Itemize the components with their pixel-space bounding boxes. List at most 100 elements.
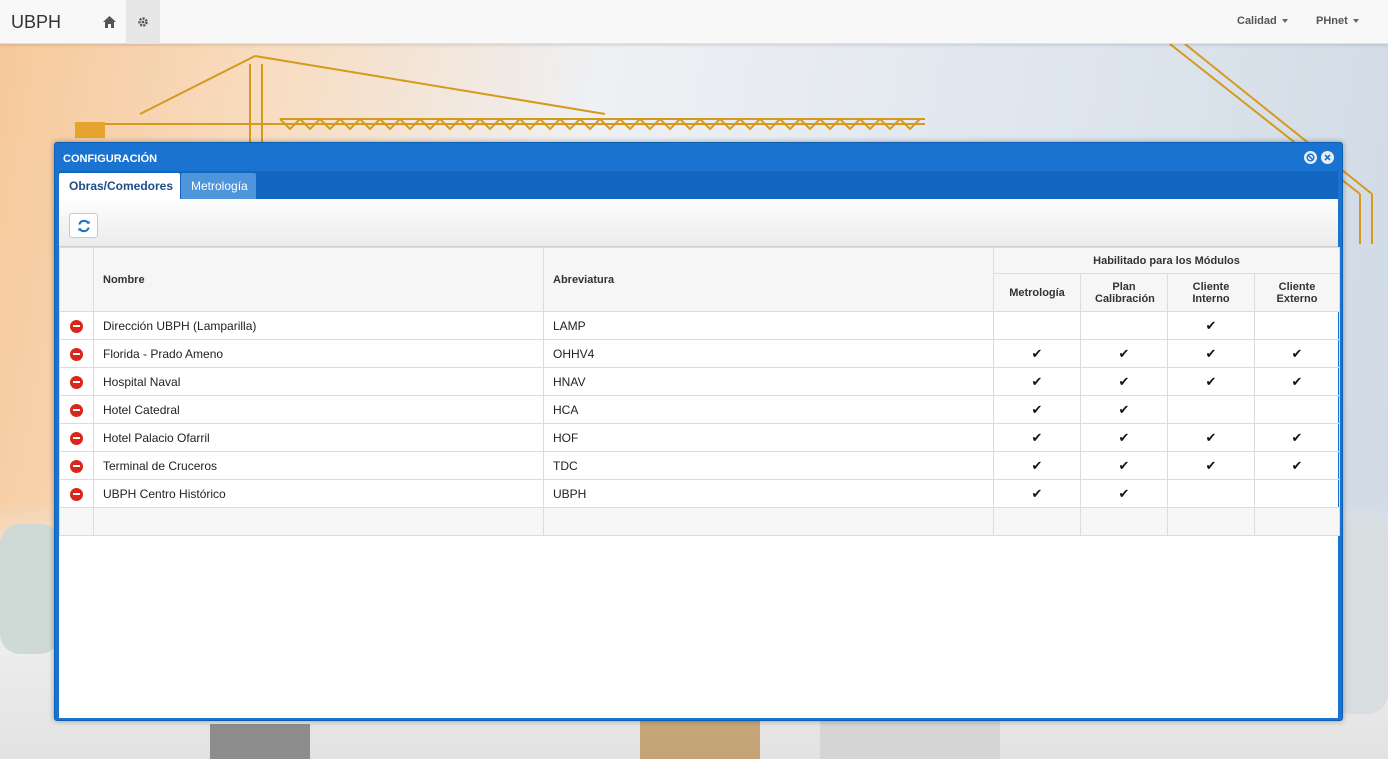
cell-plan-calibracion: ✔ xyxy=(1080,451,1168,480)
cell-cliente-interno: ✔ xyxy=(1167,311,1255,340)
empty-cell xyxy=(93,507,544,536)
tab-obras-comedores[interactable]: Obras/Comedores xyxy=(59,173,180,199)
header-metrologia[interactable]: Metrología xyxy=(993,273,1081,312)
tab-metrologia[interactable]: Metrología xyxy=(181,173,256,199)
chevron-down-icon xyxy=(1352,19,1359,24)
dialog-tabs: Obras/Comedores Metrología xyxy=(59,171,1338,199)
table-row[interactable]: Dirección UBPH (Lamparilla) LAMP ✔ xyxy=(59,311,1340,340)
refresh-icon xyxy=(77,219,90,232)
table-row[interactable]: Florida - Prado Ameno OHHV4 ✔ ✔ ✔ ✔ xyxy=(59,339,1340,368)
cell-abreviatura: OHHV4 xyxy=(543,339,994,368)
cell-plan-calibracion: ✔ xyxy=(1080,395,1168,424)
cell-metrologia: ✔ xyxy=(993,451,1081,480)
cell-plan-calibracion: ✔ xyxy=(1080,367,1168,396)
cell-cliente-externo: ✔ xyxy=(1254,339,1340,368)
cell-metrologia: ✔ xyxy=(993,367,1081,396)
cell-abreviatura: TDC xyxy=(543,451,994,480)
cell-nombre: UBPH Centro Histórico xyxy=(93,479,544,508)
row-delete-button[interactable] xyxy=(59,367,94,396)
cell-abreviatura: LAMP xyxy=(543,311,994,340)
empty-cell xyxy=(543,507,994,536)
cell-cliente-interno xyxy=(1167,479,1255,508)
cell-cliente-externo: ✔ xyxy=(1254,367,1340,396)
dialog-title: CONFIGURACIÓN xyxy=(63,153,158,165)
table-row[interactable]: Hospital Naval HNAV ✔ ✔ ✔ ✔ xyxy=(59,367,1340,396)
cell-abreviatura: UBPH xyxy=(543,479,994,508)
table-row[interactable]: UBPH Centro Histórico UBPH ✔ ✔ xyxy=(59,479,1340,508)
table-row[interactable]: Hotel Palacio Ofarril HOF ✔ ✔ ✔ ✔ xyxy=(59,423,1340,452)
cell-nombre: Hotel Catedral xyxy=(93,395,544,424)
cell-metrologia: ✔ xyxy=(993,395,1081,424)
header-group-modulos: Habilitado para los Módulos xyxy=(993,247,1340,274)
delete-icon xyxy=(70,375,83,389)
cell-plan-calibracion: ✔ xyxy=(1080,423,1168,452)
delete-icon xyxy=(70,347,83,361)
cell-nombre: Hotel Palacio Ofarril xyxy=(93,423,544,452)
cell-cliente-interno: ✔ xyxy=(1167,367,1255,396)
cell-cliente-externo: ✔ xyxy=(1254,451,1340,480)
cell-nombre: Dirección UBPH (Lamparilla) xyxy=(93,311,544,340)
tab-panel: Nombre Abreviatura Habilitado para los M… xyxy=(59,199,1340,718)
cell-cliente-interno: ✔ xyxy=(1167,451,1255,480)
table-row[interactable]: Hotel Catedral HCA ✔ ✔ xyxy=(59,395,1340,424)
obras-table: Nombre Abreviatura Habilitado para los M… xyxy=(59,247,1340,536)
delete-icon xyxy=(70,459,83,473)
table-row-empty xyxy=(59,507,1340,536)
header-cliente-interno[interactable]: Cliente Interno xyxy=(1167,273,1255,312)
close-icon[interactable] xyxy=(1321,151,1334,164)
menu-phnet-label: PHnet xyxy=(1316,15,1348,27)
header-cliente-externo[interactable]: Cliente Externo xyxy=(1254,273,1340,312)
cell-cliente-externo xyxy=(1254,479,1340,508)
cell-plan-calibracion xyxy=(1080,311,1168,340)
header-plan-calibracion[interactable]: Plan Calibración xyxy=(1080,273,1168,312)
cell-metrologia: ✔ xyxy=(993,339,1081,368)
top-navbar: UBPH Calidad PHnet xyxy=(0,0,1388,44)
empty-cell xyxy=(1167,507,1255,536)
minimize-icon[interactable] xyxy=(1304,151,1317,164)
cell-cliente-externo xyxy=(1254,311,1340,340)
refresh-button[interactable] xyxy=(69,213,98,238)
gear-icon xyxy=(138,17,148,27)
empty-cell xyxy=(993,507,1081,536)
cell-nombre: Terminal de Cruceros xyxy=(93,451,544,480)
grid-toolbar xyxy=(59,199,1338,247)
delete-icon xyxy=(70,487,83,501)
cell-cliente-interno: ✔ xyxy=(1167,339,1255,368)
menu-calidad-label: Calidad xyxy=(1237,15,1277,27)
cell-cliente-externo: ✔ xyxy=(1254,423,1340,452)
brand-logo[interactable]: UBPH xyxy=(11,12,61,33)
cell-abreviatura: HOF xyxy=(543,423,994,452)
row-delete-button[interactable] xyxy=(59,479,94,508)
menu-phnet[interactable]: PHnet xyxy=(1316,15,1359,27)
cell-metrologia: ✔ xyxy=(993,423,1081,452)
cell-metrologia xyxy=(993,311,1081,340)
delete-icon xyxy=(70,319,83,333)
home-icon xyxy=(102,16,116,28)
cell-abreviatura: HCA xyxy=(543,395,994,424)
delete-icon xyxy=(70,403,83,417)
delete-icon xyxy=(70,431,83,445)
cell-abreviatura: HNAV xyxy=(543,367,994,396)
cell-cliente-externo xyxy=(1254,395,1340,424)
row-delete-button[interactable] xyxy=(59,395,94,424)
header-abreviatura[interactable]: Abreviatura xyxy=(543,247,994,312)
empty-cell xyxy=(59,507,94,536)
table-row[interactable]: Terminal de Cruceros TDC ✔ ✔ ✔ ✔ xyxy=(59,451,1340,480)
chevron-down-icon xyxy=(1281,19,1288,24)
menu-calidad[interactable]: Calidad xyxy=(1237,15,1288,27)
row-delete-button[interactable] xyxy=(59,451,94,480)
nav-home-button[interactable] xyxy=(92,0,126,44)
configuration-dialog: CONFIGURACIÓN Obras/Comedores Metrología xyxy=(54,142,1343,721)
nav-settings-button[interactable] xyxy=(126,0,160,44)
header-nombre[interactable]: Nombre xyxy=(93,247,544,312)
row-delete-button[interactable] xyxy=(59,423,94,452)
row-delete-button[interactable] xyxy=(59,311,94,340)
cell-nombre: Florida - Prado Ameno xyxy=(93,339,544,368)
cell-plan-calibracion: ✔ xyxy=(1080,479,1168,508)
empty-cell xyxy=(1080,507,1168,536)
cell-cliente-interno: ✔ xyxy=(1167,423,1255,452)
header-actions xyxy=(59,247,94,312)
row-delete-button[interactable] xyxy=(59,339,94,368)
empty-cell xyxy=(1254,507,1340,536)
cell-metrologia: ✔ xyxy=(993,479,1081,508)
